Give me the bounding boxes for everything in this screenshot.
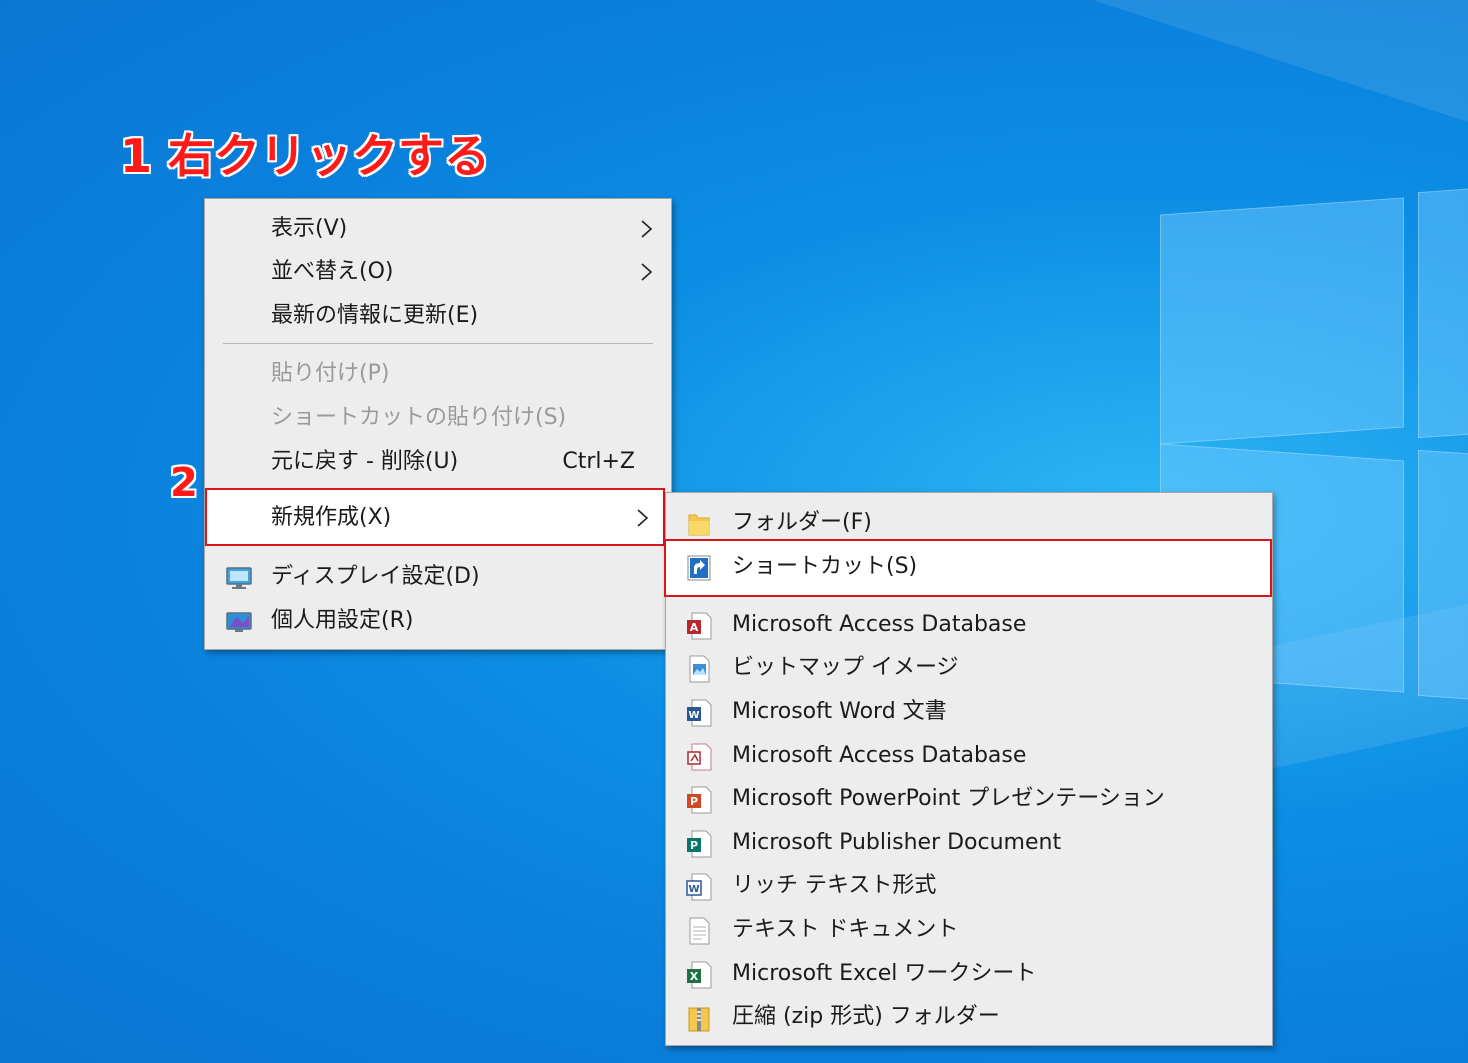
submenu-item-excel[interactable]: X Microsoft Excel ワークシート [666, 953, 1272, 995]
text-document-icon [689, 917, 710, 945]
menu-item-label: フォルダー(F) [732, 510, 872, 535]
zip-folder-icon [688, 1007, 710, 1032]
menu-item-label: 個人用設定(R) [271, 608, 414, 633]
menu-item-refresh[interactable]: 最新の情報に更新(E) [205, 295, 671, 337]
chevron-right-icon [637, 509, 649, 527]
svg-text:A: A [690, 621, 699, 634]
menu-item-new[interactable]: 新規作成(X) [205, 497, 671, 539]
desktop-context-menu: 表示(V) 並べ替え(O) 最新の情報に更新(E) 貼り付け(P) ショートカッ… [204, 198, 672, 650]
menu-item-paste-shortcut: ショートカットの貼り付け(S) [205, 397, 671, 439]
shortcut-label: Ctrl+Z [562, 449, 635, 474]
svg-text:W: W [688, 884, 699, 895]
menu-item-label: Microsoft Access Database [732, 612, 1027, 637]
menu-item-paste: 貼り付け(P) [205, 353, 671, 395]
menu-item-label: Microsoft Publisher Document [732, 830, 1062, 855]
submenu-item-powerpoint[interactable]: P Microsoft PowerPoint プレゼンテーション [666, 778, 1272, 820]
access-icon: A [687, 612, 712, 640]
excel-icon: X [687, 961, 712, 989]
menu-item-undo-delete[interactable]: 元に戻す - 削除(U) Ctrl+Z [205, 441, 671, 483]
menu-item-display-settings[interactable]: ディスプレイ設定(D) [205, 556, 671, 598]
svg-text:P: P [690, 839, 698, 852]
svg-text:W: W [688, 710, 699, 721]
chevron-right-icon [641, 220, 653, 238]
menu-item-label: 並べ替え(O) [271, 259, 394, 284]
personalize-icon [226, 612, 252, 632]
submenu-item-zip-folder[interactable]: 圧縮 (zip 形式) フォルダー [666, 996, 1272, 1038]
word-icon: W [687, 699, 712, 727]
new-submenu: フォルダー(F) ショートカット(S) A Microsoft Access D… [664, 492, 1273, 1046]
svg-text:X: X [690, 970, 699, 983]
menu-item-label: Microsoft Word 文書 [732, 699, 947, 724]
menu-item-label: Microsoft Access Database [732, 743, 1027, 768]
annotation-step1: 1 右クリックする [120, 129, 491, 183]
publisher-icon: P [687, 830, 712, 858]
annotation-step2: 2 [170, 460, 198, 506]
svg-text:P: P [690, 795, 698, 808]
display-icon [226, 567, 252, 589]
submenu-item-text-document[interactable]: テキスト ドキュメント [666, 909, 1272, 951]
menu-item-label: 最新の情報に更新(E) [271, 303, 479, 328]
submenu-item-bitmap[interactable]: ビットマップ イメージ [666, 647, 1272, 689]
menu-item-label: ディスプレイ設定(D) [271, 564, 480, 589]
shortcut-icon [687, 555, 711, 581]
menu-item-view[interactable]: 表示(V) [205, 208, 671, 250]
menu-item-label: 表示(V) [271, 216, 348, 241]
menu-item-label: Microsoft PowerPoint プレゼンテーション [732, 786, 1165, 811]
submenu-item-access-database-2[interactable]: Microsoft Access Database [666, 735, 1272, 777]
powerpoint-icon: P [687, 786, 712, 814]
menu-item-label: リッチ テキスト形式 [732, 873, 937, 898]
rtf-icon: W [686, 873, 712, 901]
menu-item-label: 圧縮 (zip 形式) フォルダー [732, 1004, 1000, 1029]
menu-item-label: ショートカットの貼り付け(S) [271, 405, 567, 430]
chevron-right-icon [641, 263, 653, 281]
menu-item-label: 新規作成(X) [271, 505, 392, 530]
bitmap-icon [689, 655, 710, 683]
menu-item-personalize[interactable]: 個人用設定(R) [205, 600, 671, 642]
menu-item-label: Microsoft Excel ワークシート [732, 961, 1037, 986]
submenu-item-folder[interactable]: フォルダー(F) [666, 502, 1272, 544]
submenu-item-publisher[interactable]: P Microsoft Publisher Document [666, 822, 1272, 864]
submenu-item-shortcut[interactable]: ショートカット(S) [666, 546, 1272, 588]
menu-item-label: テキスト ドキュメント [732, 917, 959, 942]
submenu-item-word[interactable]: W Microsoft Word 文書 [666, 691, 1272, 733]
submenu-item-rich-text[interactable]: W リッチ テキスト形式 [666, 865, 1272, 907]
menu-item-label: ビットマップ イメージ [732, 655, 959, 680]
access-icon [687, 743, 712, 771]
folder-icon [688, 514, 710, 536]
submenu-item-access-database[interactable]: A Microsoft Access Database [666, 604, 1272, 646]
menu-item-label: 元に戻す - 削除(U) [271, 449, 459, 474]
menu-item-sort[interactable]: 並べ替え(O) [205, 251, 671, 293]
menu-item-label: 貼り付け(P) [271, 361, 390, 386]
menu-item-label: ショートカット(S) [732, 554, 918, 579]
light-ray [995, 0, 1468, 185]
menu-separator [223, 343, 653, 344]
